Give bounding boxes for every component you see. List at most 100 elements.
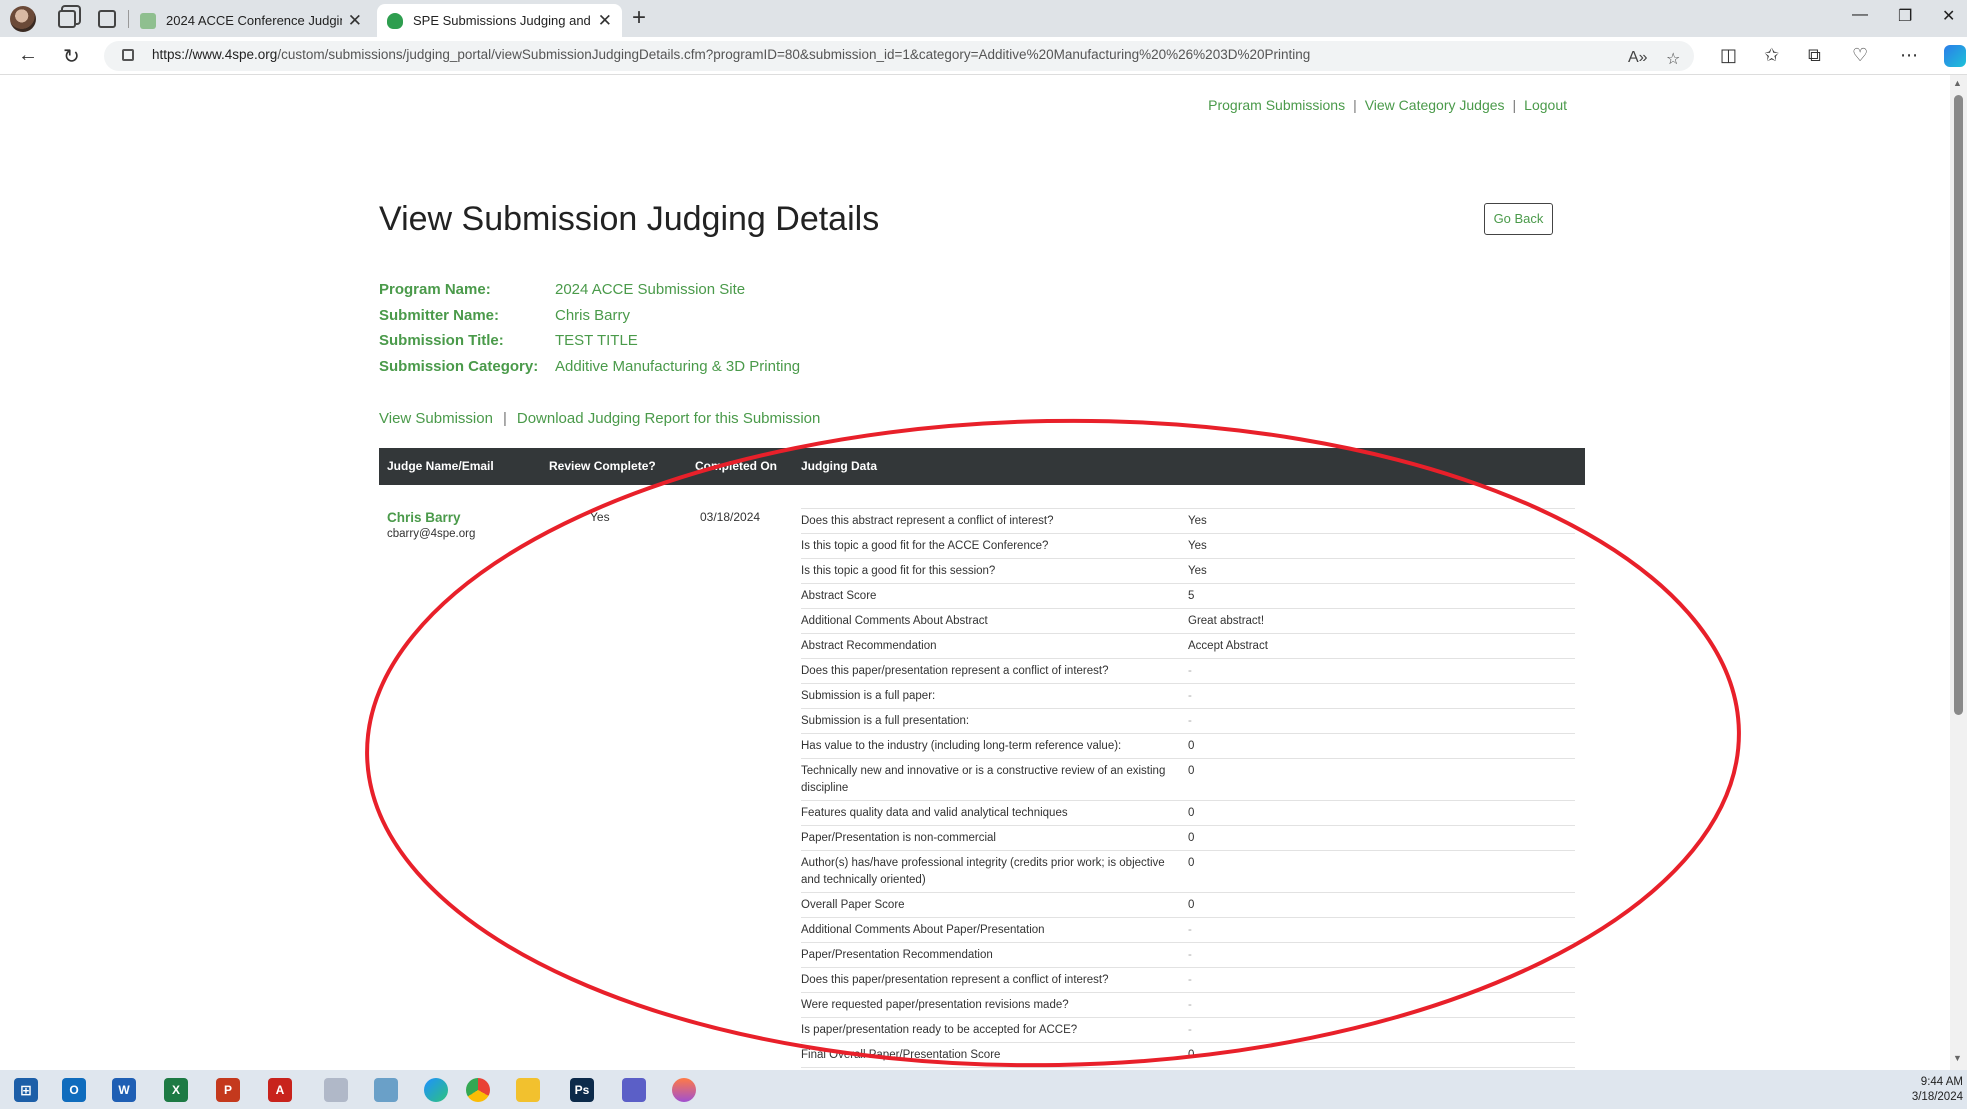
close-tab-icon[interactable]: ✕ xyxy=(598,11,612,31)
clock-date: 3/18/2024 xyxy=(1911,1091,1963,1103)
taskbar-app-icon[interactable]: A xyxy=(268,1078,292,1102)
workspaces-icon[interactable] xyxy=(58,9,76,28)
judging-answer: Yes xyxy=(1188,540,1207,552)
info-label: Program Name: xyxy=(379,281,491,299)
judging-data-row: Overall Paper Score 0 xyxy=(801,893,1575,918)
judging-question: Technically new and innovative or is a c… xyxy=(801,765,1166,794)
info-row-submitter: Submitter Name: Chris Barry xyxy=(379,303,800,329)
system-clock[interactable]: 9:44 AM 3/18/2024 xyxy=(1912,1075,1963,1105)
close-window-icon[interactable]: ✕ xyxy=(1942,6,1955,26)
logout-link[interactable]: Logout xyxy=(1524,97,1567,113)
tab-spe-submissions[interactable]: SPE Submissions Judging and Rev ✕ xyxy=(377,4,622,37)
vertical-scrollbar[interactable]: ▲ ▼ xyxy=(1950,75,1967,1070)
more-menu-icon[interactable]: ⋯ xyxy=(1900,45,1918,66)
close-tab-icon[interactable]: ✕ xyxy=(348,11,362,31)
go-back-button[interactable]: Go Back xyxy=(1484,203,1553,235)
scroll-down-icon[interactable]: ▼ xyxy=(1953,1053,1962,1063)
view-submission-link[interactable]: View Submission xyxy=(379,410,493,427)
favorite-star-icon[interactable]: ☆ xyxy=(1666,49,1680,69)
judging-data-row: Additional Comments About Paper/Presenta… xyxy=(801,918,1575,943)
header-completed-on: Completed On xyxy=(695,459,778,473)
download-judging-report-link[interactable]: Download Judging Report for this Submiss… xyxy=(517,410,821,427)
judging-data-row: Technically new and innovative or is a c… xyxy=(801,759,1575,801)
scroll-thumb[interactable] xyxy=(1954,95,1963,715)
program-submissions-link[interactable]: Program Submissions xyxy=(1208,97,1345,113)
completed-on-value: 03/18/2024 xyxy=(700,510,761,524)
favorites-icon[interactable]: ✩ xyxy=(1764,45,1779,66)
tab-separator xyxy=(128,10,129,28)
judging-question: Final Overall Paper/Presentation Score xyxy=(801,1049,1001,1061)
teams-app-icon[interactable] xyxy=(622,1078,646,1102)
judging-answer: 0 xyxy=(1188,765,1195,777)
refresh-icon[interactable]: ↻ xyxy=(63,44,80,69)
judging-answer: - xyxy=(1188,1024,1192,1036)
info-value: Chris Barry xyxy=(555,306,631,324)
submission-info: Program Name: 2024 ACCE Submission Site … xyxy=(379,277,800,379)
taskbar-app-icon[interactable]: X xyxy=(164,1078,188,1102)
judging-question: Does this paper/presentation represent a… xyxy=(801,665,1109,677)
judging-question: Additional Comments About Abstract xyxy=(801,615,988,627)
restore-icon[interactable]: ❐ xyxy=(1898,6,1912,26)
minimize-icon[interactable]: — xyxy=(1852,6,1868,24)
info-label: Submission Category: xyxy=(379,357,539,375)
taskbar-app-icon[interactable]: Ps xyxy=(570,1078,594,1102)
spe-favicon-icon xyxy=(387,12,403,29)
judging-answer: 0 xyxy=(1188,899,1195,911)
judge-email: cbarry@4spe.org xyxy=(387,528,476,540)
judging-data-row: Is paper/presentation ready to be accept… xyxy=(801,1018,1575,1043)
file-explorer-icon[interactable] xyxy=(516,1078,540,1102)
clock-time: 9:44 AM xyxy=(1920,1076,1963,1088)
judging-data-row: Is this topic a good fit for this sessio… xyxy=(801,559,1575,584)
edge-browser-icon[interactable] xyxy=(424,1078,448,1102)
url-text[interactable]: https://www.4spe.org/custom/submissions/… xyxy=(152,47,1310,62)
tab-actions-icon[interactable] xyxy=(98,9,116,28)
chrome-browser-icon[interactable] xyxy=(466,1078,490,1102)
split-screen-icon[interactable]: ◫ xyxy=(1720,45,1737,66)
judging-answer: - xyxy=(1188,665,1192,677)
page-title: View Submission Judging Details xyxy=(379,200,880,238)
lock-icon[interactable] xyxy=(122,49,134,61)
view-category-judges-link[interactable]: View Category Judges xyxy=(1365,97,1505,113)
judging-question: Paper/Presentation is non-commercial xyxy=(801,832,996,844)
info-row-category: Submission Category: Additive Manufactur… xyxy=(379,354,800,380)
url-bar[interactable]: https://www.4spe.org/custom/submissions/… xyxy=(104,41,1694,71)
judging-question: Is paper/presentation ready to be accept… xyxy=(801,1024,1078,1036)
paint-app-icon[interactable] xyxy=(324,1078,348,1102)
judging-answer: 0 xyxy=(1188,1049,1195,1061)
info-label: Submitter Name: xyxy=(379,306,500,324)
judging-answer: Accept Abstract xyxy=(1188,640,1268,652)
judging-question: Is this topic a good fit for the ACCE Co… xyxy=(801,540,1049,552)
judging-answer: - xyxy=(1188,690,1192,702)
profile-avatar[interactable] xyxy=(10,5,36,32)
judging-question: Does this abstract represent a conflict … xyxy=(801,515,1054,527)
creative-app-icon[interactable] xyxy=(672,1078,696,1102)
back-icon[interactable]: ← xyxy=(18,44,38,67)
taskbar-app-icon[interactable]: O xyxy=(62,1078,86,1102)
scroll-up-icon[interactable]: ▲ xyxy=(1953,78,1962,88)
submission-links: View Submission | Download Judging Report … xyxy=(379,410,820,427)
tab-acce-judging[interactable]: 2024 ACCE Conference Judging P ✕ xyxy=(130,4,372,37)
taskbar-app-icon[interactable]: P xyxy=(216,1078,240,1102)
info-value: TEST TITLE xyxy=(555,332,638,350)
address-toolbar: ← ↻ https://www.4spe.org/custom/submissi… xyxy=(0,37,1967,75)
read-aloud-icon[interactable]: A» xyxy=(1628,49,1648,67)
judging-data-row: Is this topic a good fit for the ACCE Co… xyxy=(801,534,1575,559)
judging-question: Additional Comments About Paper/Presenta… xyxy=(801,924,1045,936)
judging-question: Paper/Presentation Recommendation xyxy=(801,949,993,961)
new-tab-icon[interactable]: + xyxy=(632,4,646,32)
info-label: Submission Title: xyxy=(379,332,504,350)
judging-question: Features quality data and valid analytic… xyxy=(801,807,1068,819)
judging-data-row: Does this paper/presentation represent a… xyxy=(801,659,1575,684)
start-windows-icon[interactable]: ⊞ xyxy=(14,1078,38,1102)
judging-data-row: Paper/Presentation is non-commercial 0 xyxy=(801,826,1575,851)
browser-essentials-icon[interactable]: ♡ xyxy=(1852,45,1868,66)
taskbar-app-icon[interactable]: W xyxy=(112,1078,136,1102)
judging-answer: Yes xyxy=(1188,515,1207,527)
judging-answer: - xyxy=(1188,999,1192,1011)
info-row-program: Program Name: 2024 ACCE Submission Site xyxy=(379,277,800,303)
judging-data-row: Additional Comments About Abstract Great … xyxy=(801,609,1575,634)
notes-app-icon[interactable] xyxy=(374,1078,398,1102)
collections-icon[interactable]: ⧉ xyxy=(1808,45,1821,66)
page-content: Program Submissions | View Category Judges… xyxy=(0,75,1950,1093)
copilot-icon[interactable] xyxy=(1944,45,1966,67)
